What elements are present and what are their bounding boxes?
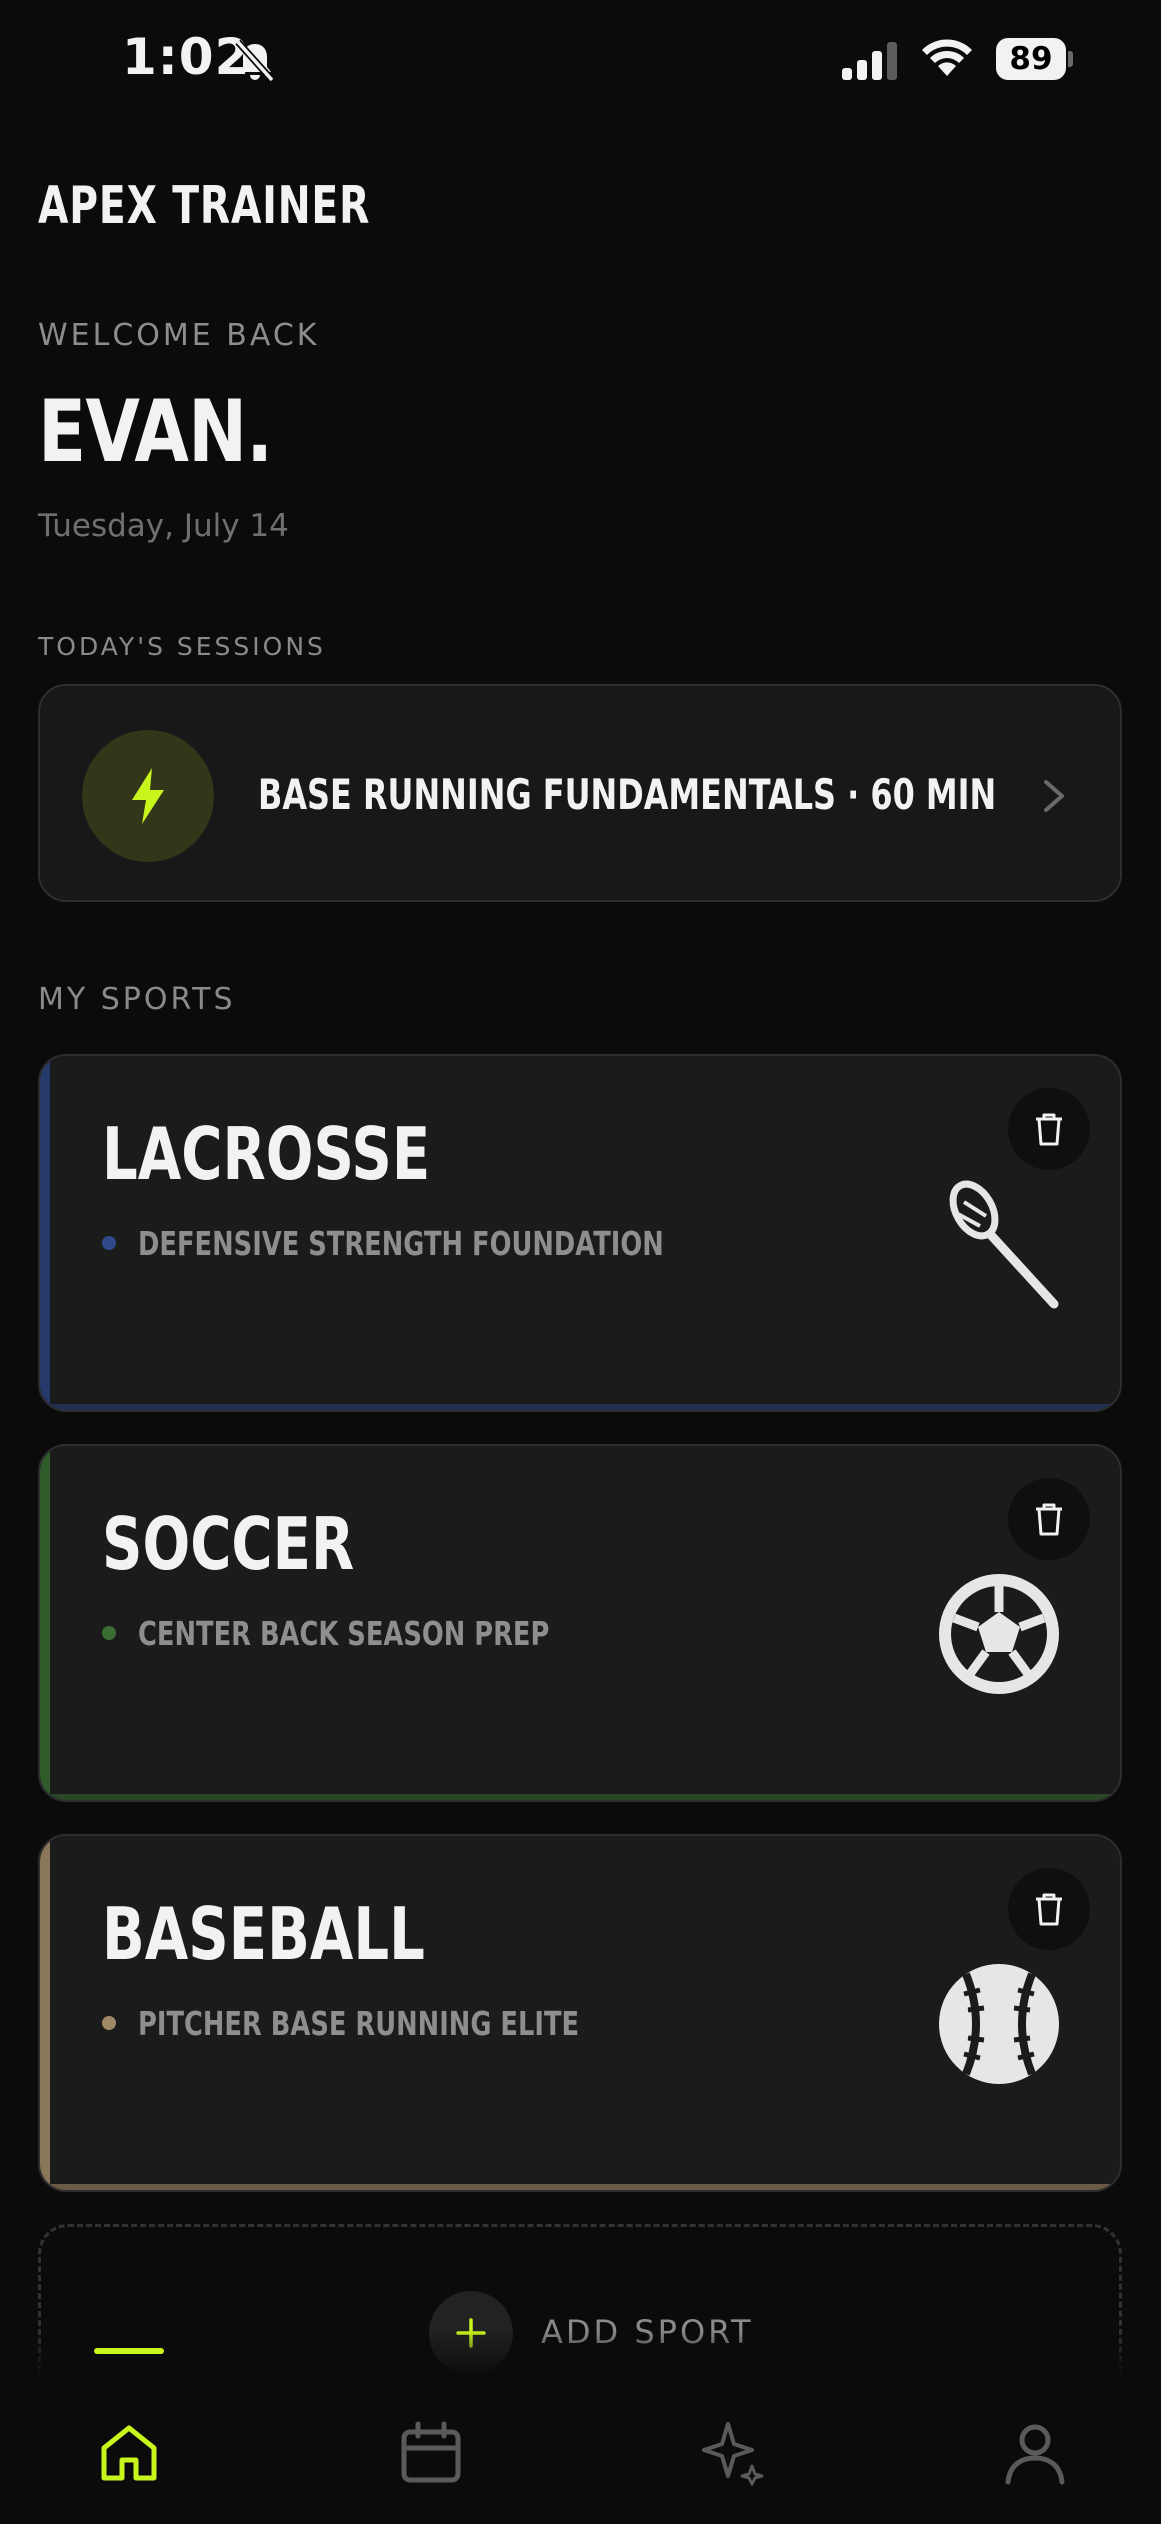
bell-muted-icon bbox=[235, 39, 275, 83]
session-title: BASE RUNNING FUNDAMENTALS · 60 MIN bbox=[258, 770, 997, 819]
sport-card-lacrosse[interactable]: LACROSSE DEFENSIVE STRENGTH FOUNDATION bbox=[38, 1054, 1122, 1412]
sparkle-icon[interactable] bbox=[700, 2420, 766, 2486]
delete-sport-button[interactable] bbox=[1008, 1868, 1090, 1950]
sports-section-label: MY SPORTS bbox=[38, 982, 236, 1017]
profile-icon[interactable] bbox=[1002, 2420, 1068, 2486]
home-icon[interactable] bbox=[96, 2420, 162, 2486]
sport-name: SOCCER bbox=[102, 1502, 355, 1586]
battery-level: 89 bbox=[996, 38, 1066, 80]
sport-program: DEFENSIVE STRENGTH FOUNDATION bbox=[138, 1224, 664, 1263]
sport-color-dot bbox=[102, 1236, 116, 1250]
sport-name: BASEBALL bbox=[102, 1892, 425, 1976]
sport-card-soccer[interactable]: SOCCER CENTER BACK SEASON PREP bbox=[38, 1444, 1122, 1802]
soccer-ball-icon bbox=[939, 1574, 1059, 1694]
lightning-icon bbox=[132, 768, 164, 824]
session-card[interactable]: BASE RUNNING FUNDAMENTALS · 60 MIN bbox=[38, 684, 1122, 902]
active-tab-indicator bbox=[94, 2348, 164, 2354]
sport-card-baseball[interactable]: BASEBALL PITCHER BASE RUNNING ELITE bbox=[38, 1834, 1122, 2192]
sessions-section-label: TODAY'S SESSIONS bbox=[38, 632, 326, 661]
lacrosse-stick-icon bbox=[949, 1180, 1059, 1309]
date-label: Tuesday, July 14 bbox=[38, 508, 289, 544]
sport-name: LACROSSE bbox=[102, 1112, 431, 1196]
calendar-icon[interactable] bbox=[398, 2420, 464, 2486]
battery-icon: 89 bbox=[996, 38, 1074, 80]
sport-program: PITCHER BASE RUNNING ELITE bbox=[138, 2004, 580, 2043]
sport-program: CENTER BACK SEASON PREP bbox=[138, 1614, 550, 1653]
session-icon-badge bbox=[82, 730, 214, 862]
sport-color-dot bbox=[102, 1626, 116, 1640]
welcome-label: WELCOME BACK bbox=[38, 318, 320, 353]
chevron-right-icon bbox=[1044, 780, 1064, 812]
trash-icon bbox=[1036, 1503, 1062, 1536]
sport-color-dot bbox=[102, 2016, 116, 2030]
delete-sport-button[interactable] bbox=[1008, 1088, 1090, 1170]
delete-sport-button[interactable] bbox=[1008, 1478, 1090, 1560]
tab-bar bbox=[0, 2330, 1161, 2524]
user-name: EVAN. bbox=[38, 382, 273, 482]
baseball-icon bbox=[939, 1964, 1059, 2084]
trash-icon bbox=[1036, 1113, 1062, 1146]
cellular-signal-icon bbox=[842, 42, 897, 80]
trash-icon bbox=[1036, 1893, 1062, 1926]
wifi-icon bbox=[922, 39, 972, 76]
app-title: APEX TRAINER bbox=[38, 176, 371, 236]
